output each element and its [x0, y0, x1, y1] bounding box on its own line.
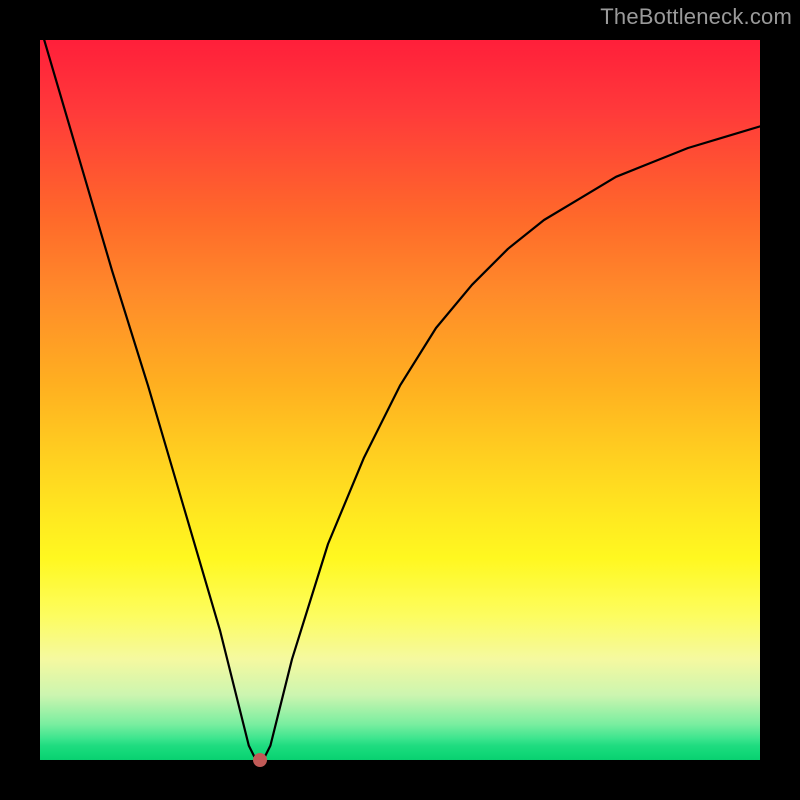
plot-area	[40, 40, 760, 760]
watermark-text: TheBottleneck.com	[600, 4, 792, 30]
curve-svg	[40, 40, 760, 760]
optimum-marker	[253, 753, 267, 767]
bottleneck-curve	[40, 40, 760, 760]
chart-frame: TheBottleneck.com	[0, 0, 800, 800]
